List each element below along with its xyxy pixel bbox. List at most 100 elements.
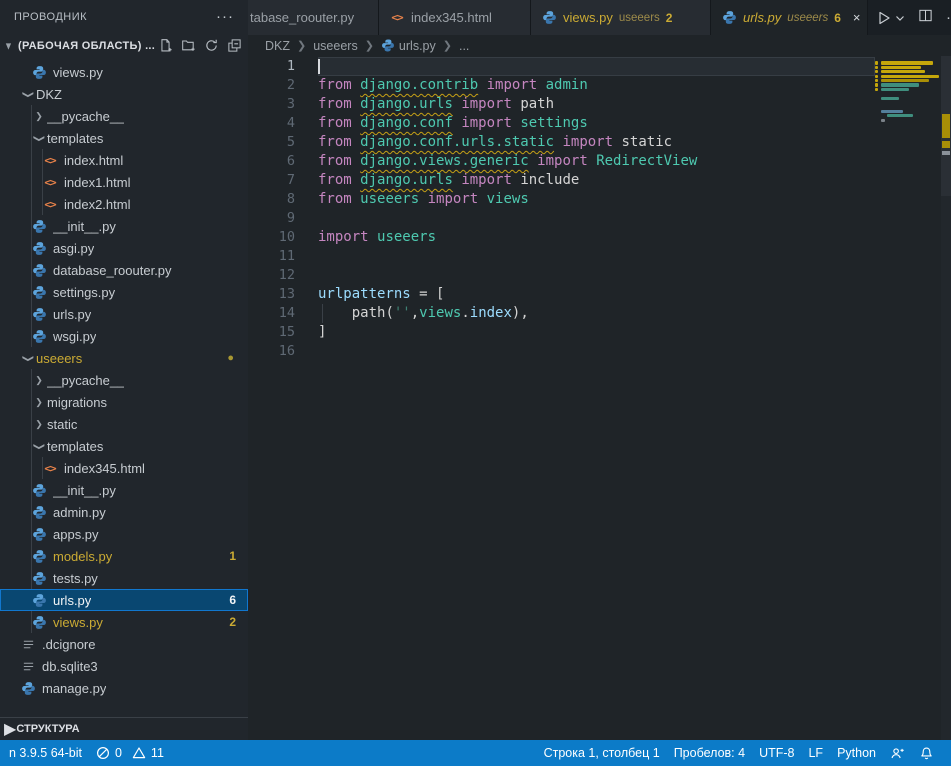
tree-item-db.sqlite3[interactable]: db.sqlite3 [0, 655, 248, 677]
code-line-11[interactable] [318, 247, 875, 266]
refresh-icon[interactable] [204, 38, 219, 53]
tree-item-static[interactable]: ❯static [0, 413, 248, 435]
tree-item-views.py[interactable]: views.py2 [0, 611, 248, 633]
workspace-section-label: (РАБОЧАЯ ОБЛАСТЬ) ... [18, 40, 155, 52]
line-number: 8 [248, 190, 310, 209]
tree-item-apps.py[interactable]: apps.py [0, 523, 248, 545]
line-number: 12 [248, 266, 310, 285]
code-line-14[interactable]: path('',views.index), [318, 304, 875, 323]
tree-item-templates[interactable]: ❯templates [0, 127, 248, 149]
tree-item-label: models.py [53, 549, 112, 564]
html-icon: <> [42, 174, 58, 190]
line-number: 4 [248, 114, 310, 133]
tree-item-label: asgi.py [53, 241, 94, 256]
close-icon[interactable]: × [851, 10, 863, 25]
tab-urls.py[interactable]: urls.pyuseeers6× [711, 0, 868, 35]
code-line-13[interactable]: urlpatterns = [ [318, 285, 875, 304]
editor-more-actions-icon[interactable]: ··· [946, 14, 951, 22]
tree-item-index1.html[interactable]: <>index1.html [0, 171, 248, 193]
feedback-icon[interactable] [883, 746, 912, 761]
line-number: 3 [248, 95, 310, 114]
status-indentation[interactable]: Пробелов: 4 [667, 746, 752, 760]
code-line-1[interactable] [318, 57, 875, 76]
tree-item-models.py[interactable]: models.py1 [0, 545, 248, 567]
file-tree: views.py❯DKZ❯__pycache__❯templates<>inde… [0, 61, 248, 699]
explorer-sidebar: ПРОВОДНИК ··· ▼ (РАБОЧАЯ ОБЛАСТЬ) ... vi… [0, 0, 248, 740]
breadcrumb-item-...[interactable]: ... [459, 39, 469, 53]
tree-item-.dcignore[interactable]: .dcignore [0, 633, 248, 655]
breadcrumb-item-useeers[interactable]: useeers [313, 39, 357, 53]
tree-item-label: index2.html [64, 197, 130, 212]
code-line-5[interactable]: from django.conf.urls.static import stat… [318, 133, 875, 152]
line-number: 6 [248, 152, 310, 171]
code-line-2[interactable]: from django.contrib import admin [318, 76, 875, 95]
line-number: 15 [248, 323, 310, 342]
status-encoding[interactable]: UTF-8 [752, 746, 801, 760]
outline-section-header[interactable]: ▶ СТРУКТУРА [0, 717, 248, 740]
chevron-down-icon: ❯ [21, 350, 34, 366]
status-python-version[interactable]: n 3.9.5 64-bit [2, 746, 89, 760]
code-editor[interactable]: 12345678910111213141516 from django.cont… [248, 56, 951, 740]
tab-views.py[interactable]: views.pyuseeers2 [531, 0, 711, 35]
code-line-7[interactable]: from django.urls import include [318, 171, 875, 190]
tree-item-database_roouter.py[interactable]: database_roouter.py [0, 259, 248, 281]
tree-item-index.html[interactable]: <>index.html [0, 149, 248, 171]
chevron-right-icon: ▶ [4, 719, 16, 739]
problems-count-badge: 2 [229, 615, 248, 629]
new-folder-icon[interactable] [181, 38, 196, 53]
overview-ruler[interactable] [941, 56, 951, 740]
breadcrumb-item-DKZ[interactable]: DKZ [265, 39, 290, 53]
tree-item-index345.html[interactable]: <>index345.html [0, 457, 248, 479]
explorer-more-actions-icon[interactable]: ··· [216, 13, 234, 21]
tree-item-settings.py[interactable]: settings.py [0, 281, 248, 303]
tree-item-index2.html[interactable]: <> index2.html [0, 193, 248, 215]
tree-item-urls.py[interactable]: urls.py6 [0, 589, 248, 611]
tree-item-__pycache__[interactable]: ❯__pycache__ [0, 105, 248, 127]
minimap[interactable] [875, 57, 941, 740]
tab-tabase_roouter.py[interactable]: tabase_roouter.py [248, 0, 379, 35]
status-problems[interactable]: 0 11 [89, 746, 171, 760]
tree-item-admin.py[interactable]: admin.py [0, 501, 248, 523]
status-language-mode[interactable]: Python [830, 746, 883, 760]
tree-item-__init__.py[interactable]: __init__.py [0, 479, 248, 501]
tree-item-asgi.py[interactable]: asgi.py [0, 237, 248, 259]
status-eol[interactable]: LF [801, 746, 830, 760]
new-file-icon[interactable] [158, 38, 173, 53]
code-line-10[interactable]: import useeers [318, 228, 875, 247]
warning-count: 11 [151, 746, 164, 760]
code-line-8[interactable]: from useeers import views [318, 190, 875, 209]
code-line-4[interactable]: from django.conf import settings [318, 114, 875, 133]
code-line-16[interactable] [318, 342, 875, 361]
workspace-section-header[interactable]: ▼ (РАБОЧАЯ ОБЛАСТЬ) ... [0, 34, 248, 57]
code-line-6[interactable]: from django.views.generic import Redirec… [318, 152, 875, 171]
line-number: 13 [248, 285, 310, 304]
code-line-3[interactable]: from django.urls import path [318, 95, 875, 114]
tree-item-manage.py[interactable]: manage.py [0, 677, 248, 699]
tab-index345.html[interactable]: <>index345.html [379, 0, 531, 35]
notifications-bell-icon[interactable] [912, 746, 941, 761]
python-icon [541, 10, 557, 26]
split-editor-icon[interactable] [918, 8, 933, 28]
tree-item-migrations[interactable]: ❯migrations [0, 391, 248, 413]
html-icon: <> [42, 196, 58, 212]
tree-item-__pycache__[interactable]: ❯__pycache__ [0, 369, 248, 391]
tree-item-templates[interactable]: ❯templates [0, 435, 248, 457]
tab-label: index345.html [411, 10, 492, 25]
run-python-file-icon[interactable] [876, 10, 905, 26]
explorer-title-row: ПРОВОДНИК ··· [0, 0, 248, 34]
code-line-15[interactable]: ] [318, 323, 875, 342]
tree-item-wsgi.py[interactable]: wsgi.py [0, 325, 248, 347]
code-line-9[interactable] [318, 209, 875, 228]
warning-icon [132, 746, 146, 760]
tree-item-tests.py[interactable]: tests.py [0, 567, 248, 589]
code-line-12[interactable] [318, 266, 875, 285]
breadcrumb-item-urls.py[interactable]: urls.py [381, 39, 436, 53]
tree-item-__init__.py[interactable]: __init__.py [0, 215, 248, 237]
tree-item-views.py[interactable]: views.py [0, 61, 248, 83]
tree-item-DKZ[interactable]: ❯DKZ [0, 83, 248, 105]
python-icon [31, 548, 47, 564]
collapse-all-icon[interactable] [227, 38, 242, 53]
tree-item-urls.py[interactable]: urls.py [0, 303, 248, 325]
tree-item-useeers[interactable]: ❯useeers● [0, 347, 248, 369]
status-cursor-position[interactable]: Строка 1, столбец 1 [537, 746, 667, 760]
